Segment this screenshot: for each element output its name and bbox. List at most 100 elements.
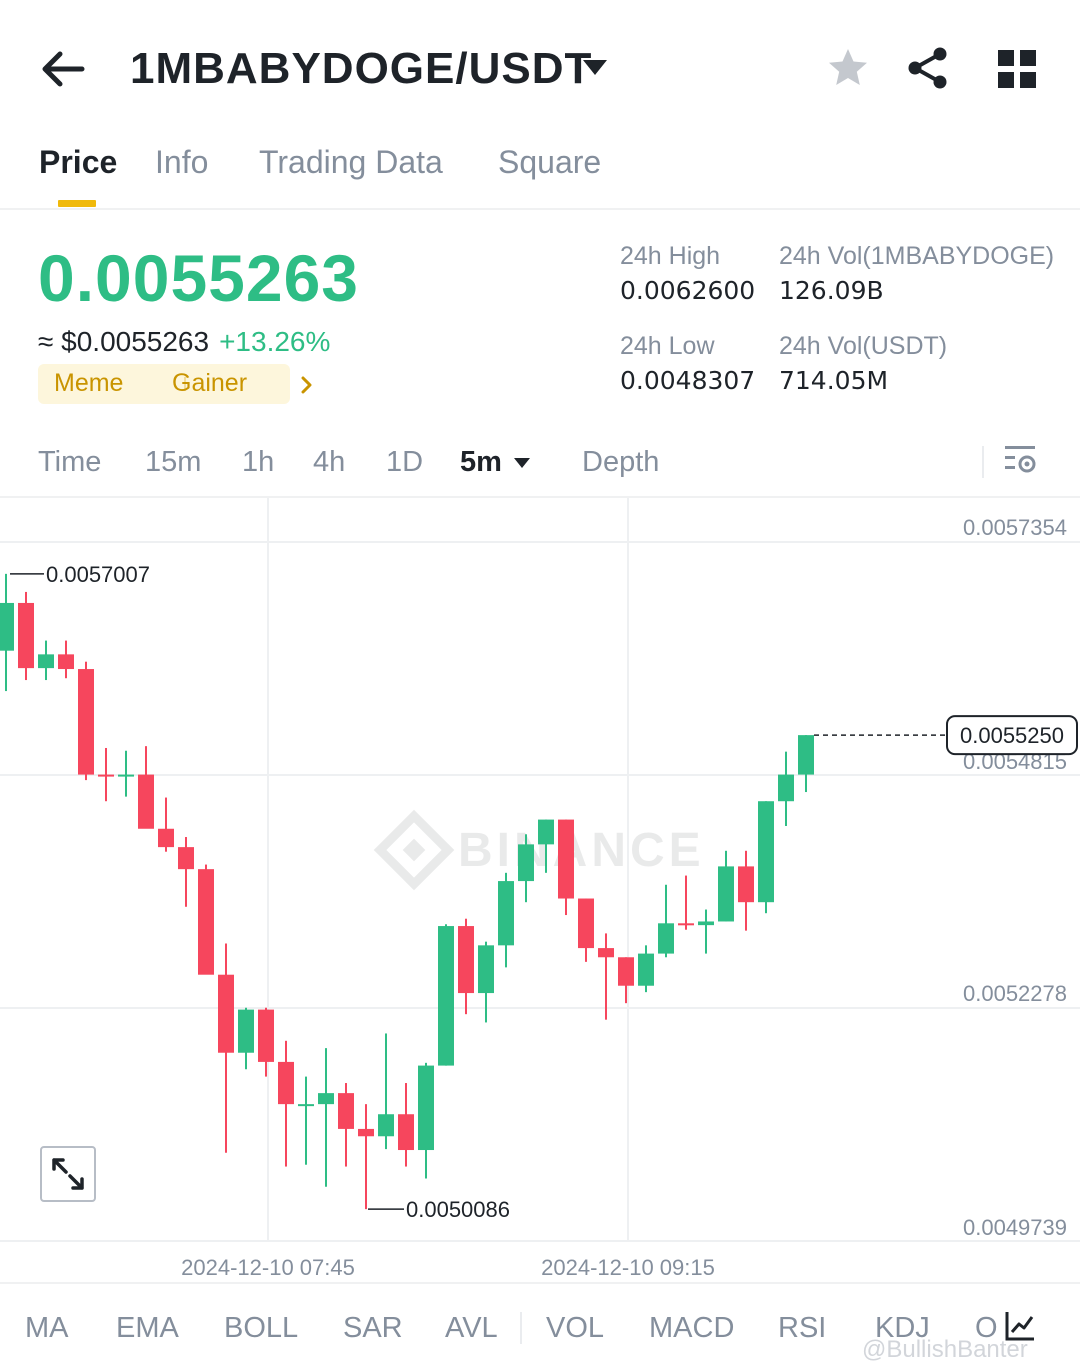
indicator-rsi[interactable]: RSI [778, 1312, 826, 1345]
candle [38, 640, 54, 681]
indicator-vol[interactable]: VOL [546, 1312, 604, 1345]
tab-trading-data[interactable]: Trading Data [259, 144, 443, 181]
indicator-ma[interactable]: MA [25, 1312, 69, 1345]
chevron-right-icon[interactable] [300, 376, 314, 394]
tag-meme[interactable]: Meme [54, 369, 123, 398]
candle-body [98, 774, 114, 777]
x-axis-tick-label: 2024-12-10 07:45 [181, 1255, 355, 1280]
interval-1h[interactable]: 1h [242, 446, 274, 479]
candle-body [298, 1104, 314, 1107]
candle-body [218, 974, 234, 1053]
last-price: 0.0055263 [38, 241, 359, 315]
candle [278, 1040, 294, 1167]
candle [798, 735, 814, 793]
candle-body [718, 866, 734, 922]
candle-body [258, 1009, 274, 1062]
candle-body [578, 898, 594, 949]
indicator-bar: MA EMA BOLL SAR AVL VOL MACD RSI KDJ O @… [0, 1282, 1080, 1372]
caret-down-icon[interactable] [512, 456, 532, 470]
interval-15m[interactable]: 15m [145, 446, 201, 479]
vol-quote-label: 24h Vol(USDT) [779, 332, 948, 360]
divider [520, 1312, 522, 1344]
vol-quote-value: 714.05M [779, 366, 889, 395]
top-bar: 1MBABYDOGE/USDT [0, 0, 1080, 130]
candle-body [398, 1114, 414, 1151]
interval-5m[interactable]: 5m [460, 446, 502, 479]
candle [698, 909, 714, 954]
candle-body [0, 602, 14, 651]
candle [478, 941, 494, 1023]
star-icon[interactable] [826, 46, 870, 90]
candle [78, 661, 94, 781]
interval-4h[interactable]: 4h [313, 446, 345, 479]
category-tags[interactable]: Meme Gainer [38, 364, 312, 404]
x-axis-labels: 2024-12-10 07:45 2024-12-10 09:15 [181, 1255, 715, 1280]
candle-body [78, 669, 94, 775]
indicator-sar[interactable]: SAR [343, 1312, 403, 1345]
candle [598, 933, 614, 1020]
vol-base-label: 24h Vol(1MBABYDOGE) [779, 242, 1055, 270]
chart-settings-icon[interactable] [1002, 442, 1038, 478]
indicator-ema[interactable]: EMA [116, 1312, 179, 1345]
candle-body [38, 654, 54, 669]
candle-body [378, 1114, 394, 1137]
candle-body [238, 1009, 254, 1053]
candle-body [678, 923, 694, 926]
candle-body [738, 866, 754, 903]
tag-gainer[interactable]: Gainer [172, 369, 247, 398]
candle-body [458, 926, 474, 994]
candle-body [318, 1093, 334, 1105]
candle [398, 1083, 414, 1167]
indicator-macd[interactable]: MACD [649, 1312, 734, 1345]
candle [758, 801, 774, 914]
candle [418, 1062, 434, 1179]
candle [638, 945, 654, 993]
interval-time[interactable]: Time [38, 446, 101, 479]
back-arrow-icon[interactable] [38, 46, 88, 92]
high-value: 0.0062600 [620, 276, 756, 305]
candle-body [358, 1128, 374, 1137]
candle-body [598, 948, 614, 958]
candles [0, 573, 814, 1210]
candle [198, 864, 214, 975]
watermark-handle: @BullishBanter [862, 1336, 1028, 1363]
pair-title[interactable]: 1MBABYDOGE/USDT [130, 44, 592, 94]
x-axis-tick-label: 2024-12-10 09:15 [541, 1255, 715, 1280]
candle [618, 957, 634, 1004]
candle [98, 747, 114, 802]
indicator-boll[interactable]: BOLL [224, 1312, 298, 1345]
max-price-label: 0.0057007 [46, 562, 150, 587]
candle-body [198, 869, 214, 975]
candle-body [438, 926, 454, 1066]
tab-square[interactable]: Square [498, 144, 601, 181]
interval-1d[interactable]: 1D [386, 446, 423, 479]
tab-info[interactable]: Info [155, 144, 208, 181]
candle-body [158, 828, 174, 848]
expand-icon [52, 1158, 84, 1190]
caret-down-icon[interactable] [580, 56, 610, 80]
candle [178, 837, 194, 907]
candlestick-chart[interactable]: BINANCE 0.00573540.00548150.00522780.004… [0, 498, 1080, 1282]
candle-body [698, 921, 714, 926]
candle [778, 751, 794, 827]
candle-body [798, 735, 814, 775]
candle [18, 591, 34, 681]
candle [498, 872, 514, 968]
indicator-avl[interactable]: AVL [445, 1312, 498, 1345]
grid-menu-icon[interactable] [996, 48, 1038, 90]
candle-body [618, 957, 634, 986]
usd-price: ≈ $0.0055263 [38, 326, 210, 357]
candle [578, 898, 594, 962]
tab-price[interactable]: Price [39, 144, 117, 181]
section-tabs: Price Info Trading Data Square [0, 130, 1080, 210]
interval-depth[interactable]: Depth [582, 446, 659, 479]
candle [338, 1083, 354, 1167]
y-axis-tick-label: 0.0052278 [963, 981, 1067, 1006]
candle [0, 573, 14, 692]
candle [558, 819, 574, 916]
y-axis-labels: 0.00573540.00548150.00522780.0049739 [963, 515, 1067, 1240]
share-icon[interactable] [906, 46, 950, 90]
candle [458, 918, 474, 1015]
interval-bar: Time 15m 1h 4h 1D 5m Depth [0, 430, 1080, 498]
expand-chart-button[interactable] [40, 1146, 96, 1202]
